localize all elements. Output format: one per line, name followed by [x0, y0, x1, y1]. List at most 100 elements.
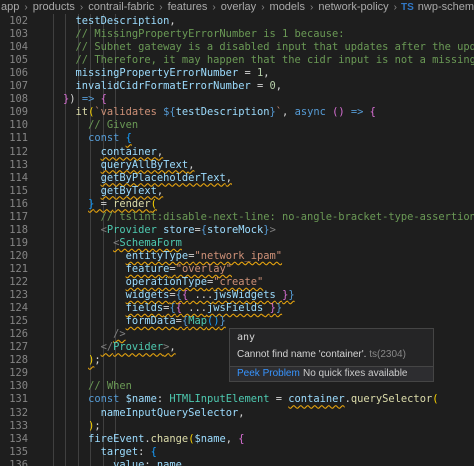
- chevron-right-icon: ›: [393, 2, 397, 13]
- code-token: ,: [282, 106, 295, 119]
- peek-problem-link[interactable]: Peek Problem: [237, 368, 300, 379]
- code-line[interactable]: 124 fields={{ ...jwsFields }}: [0, 302, 474, 315]
- code-line[interactable]: 102 testDescription,: [0, 15, 474, 28]
- line-number: 114: [9, 171, 28, 184]
- code-text: missingPropertyErrorNumber = 1,: [76, 67, 270, 80]
- code-line[interactable]: 132 nameInputQuerySelector,: [0, 407, 474, 420]
- breadcrumb-item[interactable]: app: [0, 1, 20, 13]
- code-line[interactable]: 105 // Therefore, it may happen that the …: [0, 54, 474, 67]
- line-number: 116: [9, 197, 28, 210]
- code-token: Provider: [106, 223, 157, 236]
- code-text: // Subnet gateway is a disabled input th…: [76, 41, 474, 54]
- code-line[interactable]: 118 <Provider store={storeMock}>: [0, 224, 474, 237]
- code-token: "create": [213, 276, 264, 288]
- code-token: =: [238, 67, 257, 80]
- breadcrumb-item[interactable]: network-policy: [317, 1, 389, 13]
- code-text: it(`validates ${testDescription}`, async…: [76, 106, 376, 119]
- code-line[interactable]: 107 invalidCidrFormatErrorNumber = 0,: [0, 80, 474, 93]
- code-token: name: [156, 458, 182, 466]
- code-line[interactable]: 109 it(`validates ${testDescription}`, as…: [0, 106, 474, 119]
- code-line[interactable]: 130 // When: [0, 380, 474, 393]
- code-text: </Provider>,: [101, 341, 176, 354]
- code-token: // Given: [88, 119, 139, 132]
- line-number: 127: [9, 341, 28, 354]
- code-line[interactable]: 123 widgets={{ ...jwsWidgets }}: [0, 289, 474, 302]
- error-code: ts(2304): [369, 349, 406, 360]
- code-line[interactable]: 104 // Subnet gateway is a disabled input…: [0, 41, 474, 54]
- code-token: store: [163, 223, 195, 236]
- breadcrumb-item[interactable]: models: [269, 1, 306, 13]
- code-text: const $name: HTMLInputElement = containe…: [88, 393, 438, 406]
- no-quick-fixes-label: No quick fixes available: [303, 368, 408, 379]
- code-line[interactable]: 136 value: name,: [0, 459, 474, 466]
- code-text: fields={{ ...jwsFields }}: [126, 302, 282, 315]
- line-number: 136: [9, 458, 28, 466]
- code-line[interactable]: 103 // MissingPropertyErrorNumber is 1 be…: [0, 28, 474, 41]
- line-number: 102: [9, 15, 28, 27]
- code-text: // Therefore, it may happen that the cid…: [76, 54, 474, 67]
- code-token: change: [150, 432, 189, 445]
- code-text: invalidCidrFormatErrorNumber = 0,: [76, 80, 282, 93]
- code-line[interactable]: 112 container,: [0, 146, 474, 159]
- code-line[interactable]: 114 getByPlaceholderText,: [0, 172, 474, 185]
- code-line[interactable]: 116} = render(: [0, 198, 474, 211]
- line-number: 133: [9, 419, 28, 432]
- code-token: }: [219, 315, 226, 328]
- line-number: 132: [9, 406, 28, 419]
- code-line[interactable]: 106 missingPropertyErrorNumber = 1,: [0, 67, 474, 80]
- line-number: 108: [9, 93, 28, 106]
- line-number: 128: [9, 354, 28, 367]
- code-text: feature="overlay": [126, 263, 232, 276]
- code-editor[interactable]: 102 testDescription, 103 // MissingProperty…: [0, 14, 474, 466]
- code-line[interactable]: 111 const {: [0, 132, 474, 145]
- breadcrumb-item[interactable]: products: [32, 1, 76, 13]
- code-token: jwsFields: [207, 302, 264, 315]
- code-line[interactable]: 131 const $name: HTMLInputElement = conta…: [0, 393, 474, 406]
- code-token: }: [275, 302, 283, 315]
- breadcrumb-item[interactable]: features: [167, 1, 209, 13]
- code-text: getByPlaceholderText,: [101, 172, 232, 185]
- code-line[interactable]: 120 entityType="network_ipam": [0, 250, 474, 263]
- code-token: $name: [125, 393, 157, 406]
- code-line[interactable]: 108}) => {: [0, 93, 474, 106]
- code-line[interactable]: 115 getByText,: [0, 185, 474, 198]
- line-number: 110: [9, 119, 28, 132]
- breadcrumb-item[interactable]: overlay: [220, 1, 257, 13]
- code-line[interactable]: 119 <SchemaForm: [0, 237, 474, 250]
- code-token: getByText: [100, 184, 157, 197]
- code-line[interactable]: 135 target: {: [0, 446, 474, 459]
- code-line[interactable]: 125 formData={Map()}: [0, 315, 474, 328]
- code-token: $name: [194, 432, 226, 445]
- line-number: 123: [9, 289, 28, 302]
- code-token: {: [150, 445, 157, 458]
- code-token: testDescription: [75, 15, 170, 27]
- code-line[interactable]: 121 feature="overlay": [0, 263, 474, 276]
- code-line[interactable]: 122 operationType="create": [0, 276, 474, 289]
- code-token: fireEvent: [88, 432, 145, 445]
- code-line[interactable]: 110 // Given: [0, 119, 474, 132]
- code-token: render: [113, 197, 151, 210]
- code-token: >: [269, 223, 276, 236]
- line-number: 121: [9, 262, 28, 275]
- hover-actions: Peek Problem No quick fixes available: [230, 366, 433, 381]
- code-token: ,: [169, 15, 176, 27]
- line-number: 122: [9, 276, 28, 288]
- code-token: Provider: [113, 341, 164, 354]
- code-token: "network_ipam": [194, 249, 283, 262]
- code-text: />: [113, 328, 126, 341]
- typescript-file-icon: TS: [401, 2, 414, 13]
- code-token: `validates: [94, 106, 164, 119]
- code-line[interactable]: 113 queryAllByText,: [0, 159, 474, 172]
- code-text: <SchemaForm: [113, 237, 182, 250]
- code-line[interactable]: 134 fireEvent.change($name, {: [0, 433, 474, 446]
- code-token: // MissingPropertyErrorNumber is 1 becau…: [75, 28, 345, 41]
- code-token: ,: [225, 432, 239, 445]
- code-token: jwsWidgets: [213, 289, 276, 302]
- breadcrumb-item[interactable]: contrail-fabric: [87, 1, 155, 13]
- line-number: 119: [9, 236, 28, 249]
- line-number: 118: [9, 223, 28, 236]
- chevron-right-icon: ›: [79, 2, 84, 13]
- breadcrumb-file[interactable]: nwp-schema.test.ts: [417, 1, 474, 13]
- code-line[interactable]: 133);: [0, 420, 474, 433]
- code-line[interactable]: 117 // tslint:disable-next-line: no-angle…: [0, 211, 474, 224]
